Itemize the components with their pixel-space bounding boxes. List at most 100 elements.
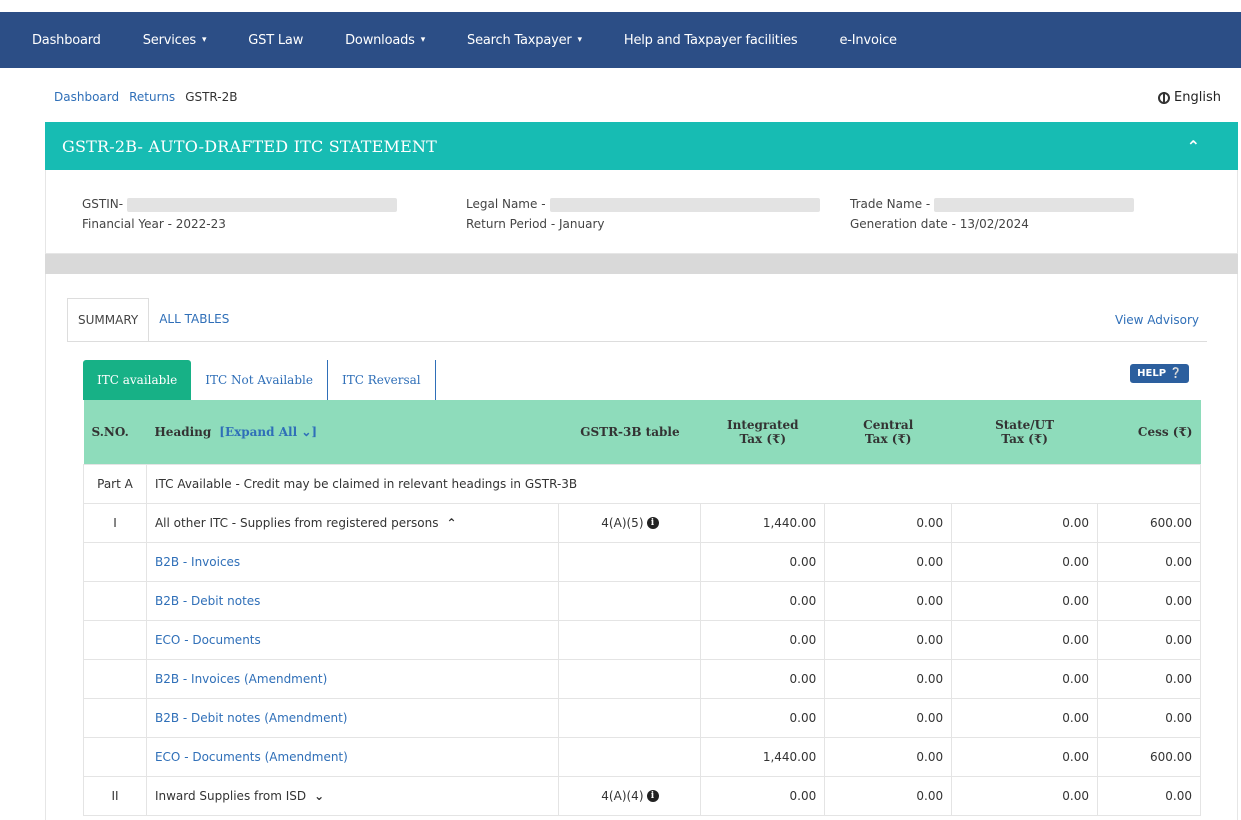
- globe-icon: [1158, 91, 1171, 104]
- row-heading-label: B2B - Debit notes (Amendment): [154, 710, 348, 725]
- table-row: ECO - Documents 0.00 0.00 0.00 0.00: [83, 619, 1201, 660]
- nav-item-label: Help and Taxpayer facilities: [623, 32, 798, 48]
- col-igst-line2: Tax (₹): [739, 431, 787, 446]
- row-sgst: 0.00: [951, 775, 1099, 816]
- tab-summary[interactable]: SUMMARY: [67, 298, 150, 342]
- col-igst: Integrated Tax (₹): [700, 400, 825, 464]
- row-cess: 0.00: [1097, 775, 1201, 816]
- row-heading[interactable]: B2B - Debit notes: [145, 580, 560, 621]
- row-cgst: 0.00: [824, 697, 953, 738]
- row-sgst: 0.00: [951, 658, 1099, 699]
- nav-item-search-taxpayer[interactable]: Search Taxpayer ▾: [467, 33, 582, 48]
- caret-down-icon: ▾: [420, 35, 426, 45]
- row-cess: 0.00: [1097, 658, 1201, 699]
- nav-item-gst-law[interactable]: GST Law: [248, 33, 303, 48]
- row-gstr3b-label: 4(A)(4): [601, 788, 644, 803]
- page-title: GSTR-2B- AUTO-DRAFTED ITC STATEMENT: [62, 136, 438, 156]
- redacted-trade-name: [934, 197, 1135, 212]
- nav-item-downloads[interactable]: Downloads ▾: [345, 33, 425, 48]
- row-sno: [83, 697, 147, 738]
- row-gstr3b: [558, 658, 702, 699]
- nav-item-label: Search Taxpayer: [467, 32, 572, 48]
- breadcrumb-dashboard[interactable]: Dashboard: [54, 90, 119, 104]
- table-row: II Inward Supplies from ISD ⌄ 4(A)(4) i 0.00 0…: [83, 775, 1201, 816]
- info-icon[interactable]: i: [646, 790, 659, 802]
- expand-all-link[interactable]: [Expand All ⌄]: [219, 425, 317, 439]
- row-sno: I: [83, 502, 147, 543]
- col-cgst: Central Tax (₹): [824, 400, 952, 464]
- breadcrumb-returns[interactable]: Returns: [129, 90, 175, 104]
- table-row: ECO - Documents (Amendment) 1,440.00 0.00 0…: [83, 736, 1201, 777]
- part-a-label: Part A: [83, 463, 147, 504]
- info-col-trade: Trade Name - Generation date - 13/02/202…: [850, 194, 1135, 234]
- row-sgst: 0.00: [951, 736, 1099, 777]
- row-heading[interactable]: B2B - Invoices (Amendment): [145, 658, 560, 699]
- row-cgst: 0.00: [824, 619, 953, 660]
- row-cess: 0.00: [1097, 580, 1201, 621]
- generation-date: Generation date - 13/02/2024: [850, 217, 1029, 231]
- nav-item-help-and-taxpayer-facilities[interactable]: Help and Taxpayer facilities: [624, 33, 798, 48]
- row-cgst: 0.00: [824, 580, 953, 621]
- breadcrumb-current: GSTR-2B: [185, 90, 238, 104]
- row-igst: 0.00: [700, 658, 826, 699]
- help-button[interactable]: HELP ❔: [1130, 364, 1189, 383]
- row-heading[interactable]: B2B - Invoices: [145, 541, 560, 582]
- table-row: B2B - Invoices (Amendment) 0.00 0.00 0.00 0.…: [83, 658, 1201, 699]
- part-a-description: ITC Available - Credit may be claimed in…: [145, 463, 1202, 504]
- row-igst: 1,440.00: [700, 502, 826, 543]
- chevron-down-icon[interactable]: ⌄: [314, 789, 324, 803]
- col-sgst-line2: Tax (₹): [1001, 431, 1048, 446]
- language-selector[interactable]: English: [1158, 90, 1221, 105]
- subtab-itc-reversal[interactable]: ITC Reversal: [328, 360, 436, 400]
- caret-down-icon: ▾: [577, 35, 583, 45]
- row-heading: Inward Supplies from ISD ⌄: [145, 775, 560, 816]
- row-sno: [83, 658, 147, 699]
- gstin-label: GSTIN-: [82, 197, 124, 211]
- row-sno: [83, 736, 147, 777]
- row-gstr3b: [558, 580, 702, 621]
- row-heading[interactable]: ECO - Documents: [145, 619, 560, 660]
- row-cgst: 0.00: [824, 775, 953, 816]
- nav-item-label: Services: [142, 32, 196, 48]
- subtab-itc-not-available[interactable]: ITC Not Available: [191, 360, 328, 400]
- taxpayer-info: GSTIN- Financial Year - 2022-23 Legal Na…: [45, 170, 1238, 254]
- col-sgst: State/UT Tax (₹): [951, 400, 1098, 464]
- chevron-up-icon[interactable]: ⌃: [446, 516, 456, 530]
- row-heading[interactable]: ECO - Documents (Amendment): [145, 736, 560, 777]
- row-igst: 0.00: [700, 580, 826, 621]
- expand-all-label: [Expand All: [219, 424, 298, 439]
- chevron-up-icon[interactable]: ⌃: [1187, 137, 1200, 156]
- tabs-divider: [67, 341, 1207, 342]
- info-icon[interactable]: i: [646, 517, 659, 529]
- row-igst: 0.00: [700, 541, 826, 582]
- tab-all-tables[interactable]: ALL TABLES: [149, 298, 239, 342]
- row-gstr3b: 4(A)(4) i: [558, 775, 702, 816]
- subtab-itc-available[interactable]: ITC available: [83, 360, 192, 400]
- summary-panel: SUMMARY ALL TABLES View Advisory ITC ava…: [45, 274, 1238, 820]
- return-period: Return Period - January: [466, 217, 605, 231]
- row-cgst: 0.00: [824, 541, 953, 582]
- row-heading-label: B2B - Invoices: [154, 554, 241, 569]
- table-row: B2B - Debit notes 0.00 0.00 0.00 0.00: [83, 580, 1201, 621]
- itc-subtabs: ITC available ITC Not Available ITC Reve…: [83, 360, 436, 400]
- col-heading-label: Heading: [154, 424, 212, 439]
- table-header-row: S.NO. Heading [Expand All ⌄] GSTR-3B tabl…: [83, 400, 1201, 464]
- info-col-gstin: GSTIN- Financial Year - 2022-23: [82, 194, 398, 234]
- row-sgst: 0.00: [951, 502, 1099, 543]
- row-sno: [83, 541, 147, 582]
- row-gstr3b: [558, 736, 702, 777]
- row-cess: 0.00: [1097, 619, 1201, 660]
- nav-item-e-invoice[interactable]: e-Invoice: [839, 33, 897, 48]
- row-heading[interactable]: B2B - Debit notes (Amendment): [145, 697, 560, 738]
- language-label: English: [1174, 90, 1221, 105]
- section-divider: [45, 254, 1238, 274]
- view-advisory-link[interactable]: View Advisory: [1115, 313, 1199, 327]
- chevron-down-icon: ⌄: [301, 424, 312, 439]
- row-cgst: 0.00: [824, 502, 953, 543]
- row-heading-label: Inward Supplies from ISD: [154, 788, 307, 803]
- nav-item-dashboard[interactable]: Dashboard: [32, 33, 101, 48]
- col-cgst-line1: Central: [863, 417, 914, 432]
- nav-item-services[interactable]: Services ▾: [143, 33, 207, 48]
- help-icon: ❔: [1169, 368, 1182, 379]
- table-row: I All other ITC - Supplies from registere…: [83, 502, 1201, 543]
